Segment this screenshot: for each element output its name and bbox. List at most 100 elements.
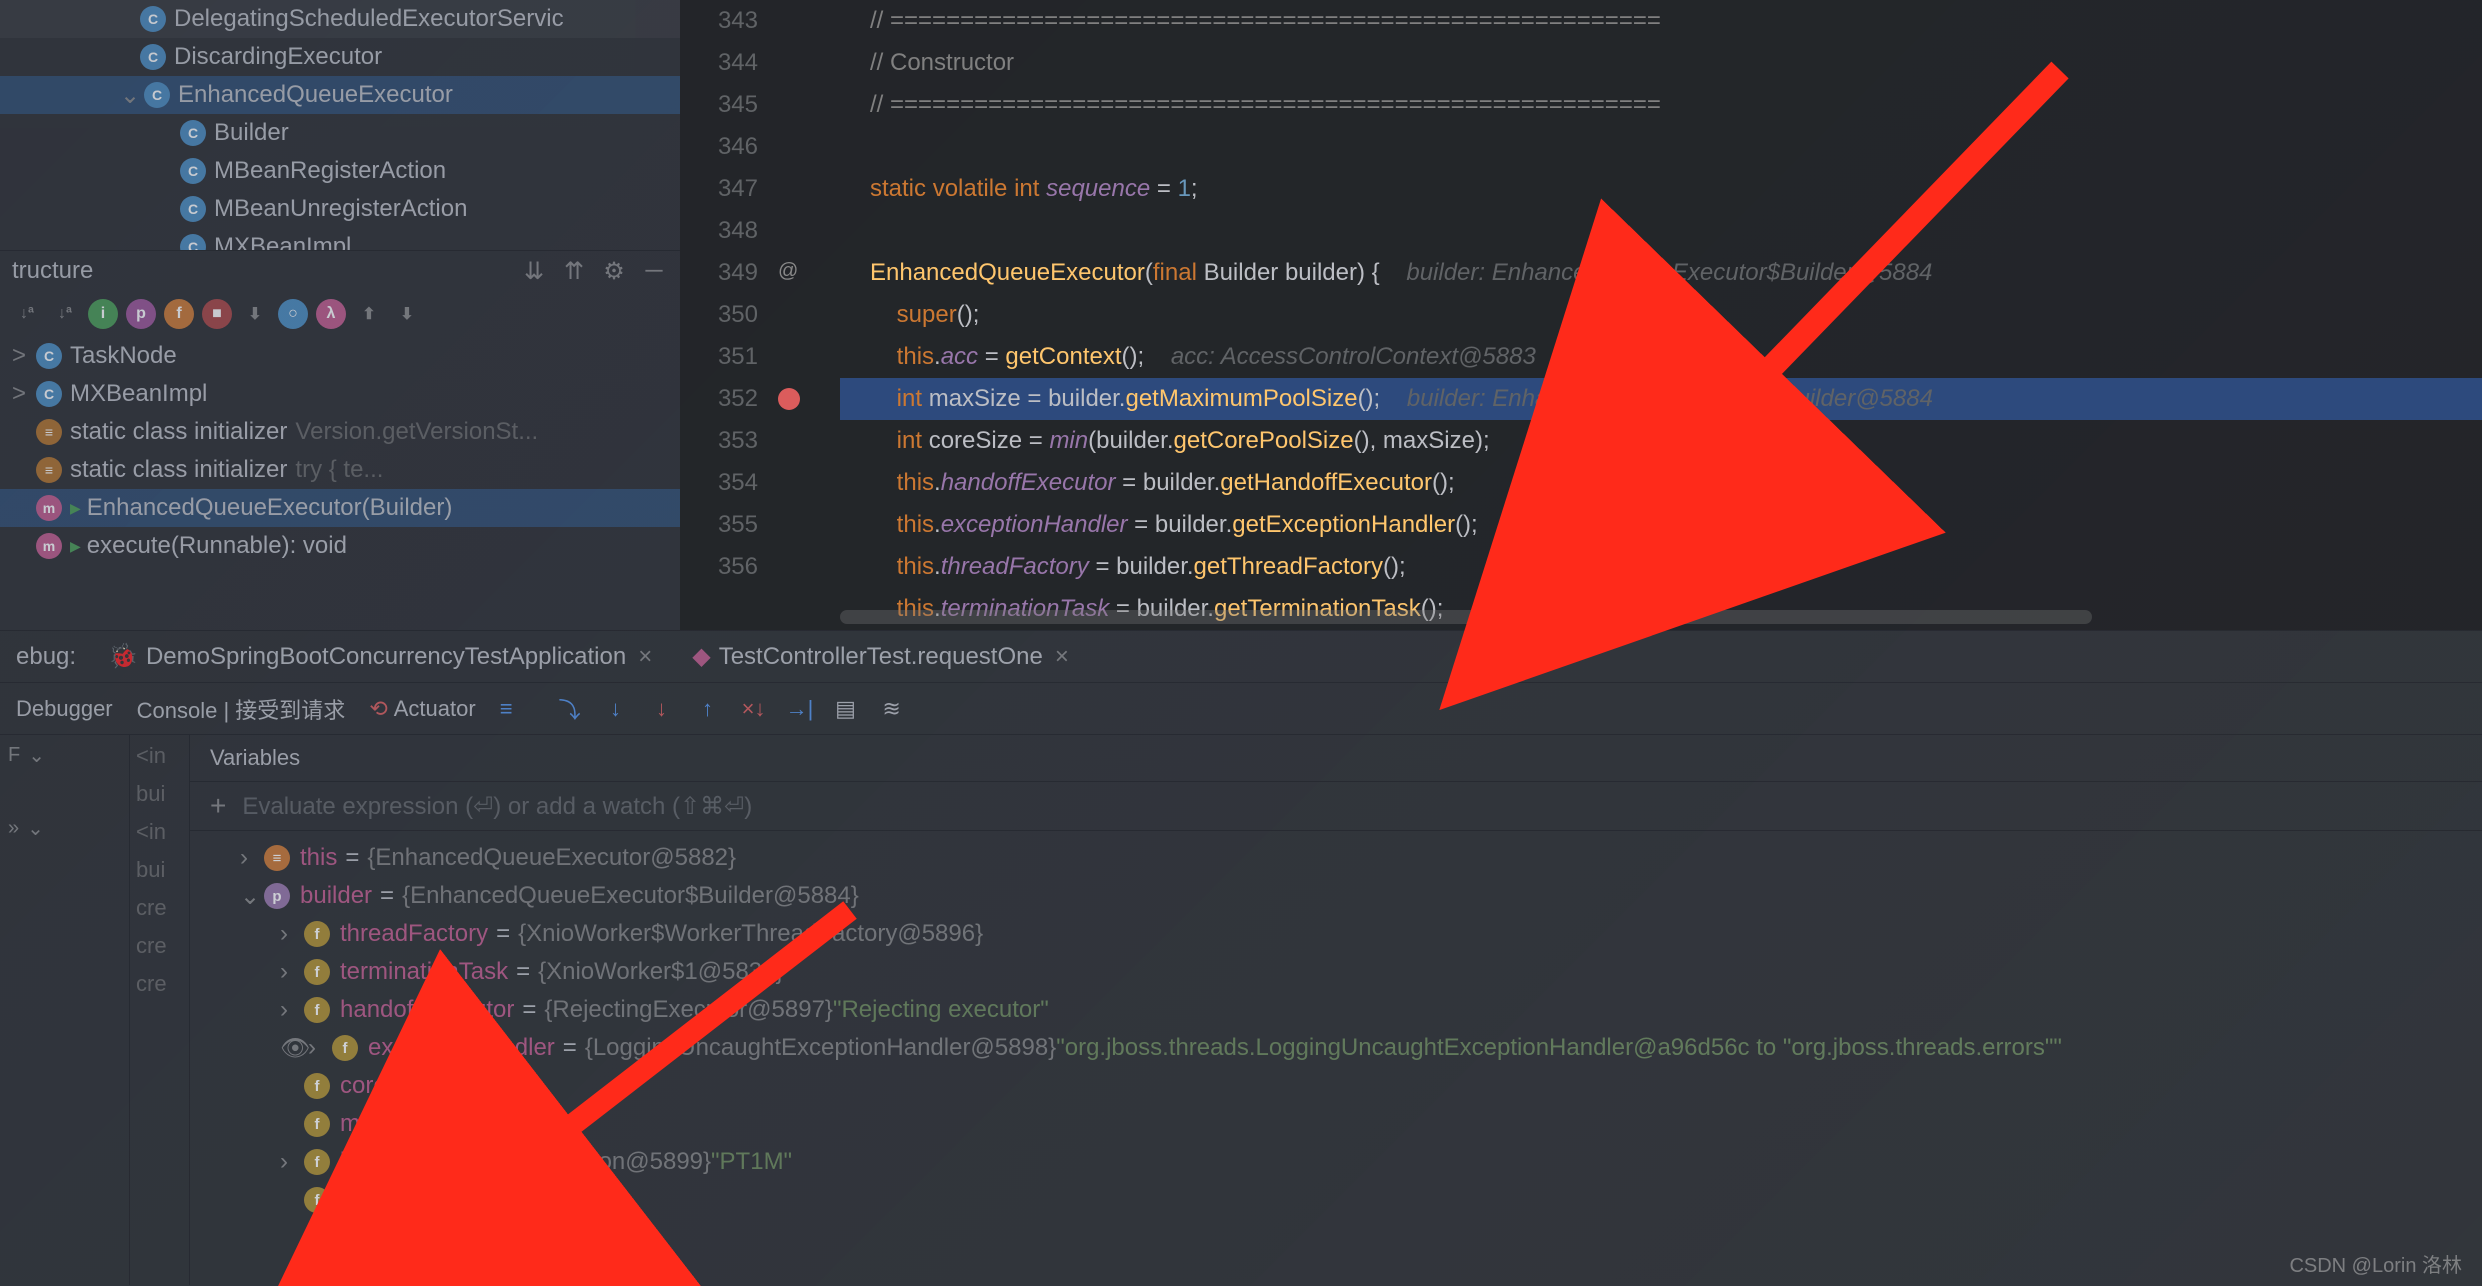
close-icon[interactable]: × — [638, 643, 652, 671]
line-number[interactable]: 350 — [680, 294, 758, 336]
line-number[interactable]: 347 — [680, 168, 758, 210]
tab-debugger[interactable]: Debugger — [16, 696, 113, 722]
expand-icon[interactable]: › — [280, 1148, 304, 1176]
expand-icon[interactable]: > — [12, 380, 36, 408]
tree-item-enhancedqueueexecutor[interactable]: ⌄CEnhancedQueueExecutor — [0, 76, 680, 114]
variable-row[interactable]: ›fkeepAliveTime={Duration@5899} "PT1M" — [190, 1143, 2482, 1181]
close-icon[interactable]: × — [1055, 643, 1069, 671]
code-line[interactable]: this.acc = getContext(); acc: AccessCont… — [840, 336, 2482, 378]
expand-icon[interactable]: › — [280, 920, 304, 948]
filter-property-icon[interactable]: p — [126, 299, 156, 329]
frame-item[interactable]: bui — [136, 857, 183, 895]
filter-private-icon[interactable]: ■ — [202, 299, 232, 329]
autoscroll-source-icon[interactable]: ⬆ — [354, 299, 384, 329]
tab-actuator[interactable]: ⟲ Actuator — [369, 696, 475, 722]
structure-tree[interactable]: >CTaskNode>CMXBeanImpl≡static class init… — [0, 337, 680, 630]
code-line[interactable]: // =====================================… — [840, 84, 2482, 126]
frame-item[interactable]: <in — [136, 743, 183, 781]
variable-row[interactable]: ›≡this={EnhancedQueueExecutor@5882} — [190, 839, 2482, 877]
step-over-icon[interactable]: ⤵ — [557, 696, 583, 722]
line-number[interactable]: 345 — [680, 84, 758, 126]
eye-icon[interactable]: 👁 — [280, 1034, 300, 1063]
frame-item[interactable]: cre — [136, 933, 183, 971]
code-editor[interactable]: 3433443453463473483493503513523533543553… — [680, 0, 2482, 630]
tree-item-discardingexecutor[interactable]: CDiscardingExecutor — [0, 38, 680, 76]
variable-row[interactable]: fmaxSize=64 — [190, 1105, 2482, 1143]
editor-gutter[interactable]: 3433443453463473483493503513523533543553… — [680, 0, 770, 630]
code-line[interactable]: this.threadFactory = builder.getThreadFa… — [840, 546, 2482, 588]
code-line[interactable]: static volatile int sequence = 1; — [840, 168, 2482, 210]
code-line[interactable]: int maxSize = builder.getMaximumPoolSize… — [840, 378, 2482, 420]
override-icon[interactable]: @ — [778, 260, 798, 283]
expand-all-icon[interactable]: ⇊ — [520, 257, 548, 285]
code-line[interactable]: this.handoffExecutor = builder.getHandof… — [840, 462, 2482, 504]
structure-item[interactable]: m▶EnhancedQueueExecutor(Builder) — [0, 489, 680, 527]
gear-icon[interactable]: ⚙ — [600, 257, 628, 285]
filter-anonymous-icon[interactable]: ○ — [278, 299, 308, 329]
variable-row[interactable]: fcoreSize=64 — [190, 1067, 2482, 1105]
frame-item[interactable]: cre — [136, 971, 183, 1009]
line-number[interactable]: 354 — [680, 462, 758, 504]
line-number[interactable]: 355 — [680, 504, 758, 546]
sort-alpha-icon[interactable]: ↓ª — [50, 299, 80, 329]
expand-icon[interactable]: › — [240, 844, 264, 872]
code-line[interactable]: super(); — [840, 294, 2482, 336]
tree-item-builder[interactable]: CBuilder — [0, 114, 680, 152]
line-number[interactable]: 343 — [680, 0, 758, 42]
add-watch-icon[interactable]: + — [210, 790, 226, 822]
collapse-all-icon[interactable]: ⇈ — [560, 257, 588, 285]
line-number[interactable]: 351 — [680, 336, 758, 378]
variables-tree[interactable]: ›≡this={EnhancedQueueExecutor@5882}⌄pbui… — [190, 831, 2482, 1285]
expand-icon[interactable]: › — [308, 1034, 332, 1062]
variable-row[interactable]: ›fterminationTask={XnioWorker$1@5836} — [190, 953, 2482, 991]
structure-item[interactable]: ≡static class initializerVersion.getVers… — [0, 413, 680, 451]
chevron-down-icon[interactable]: ⌄ — [120, 81, 140, 110]
expand-icon[interactable]: › — [280, 996, 304, 1024]
chevron-down-icon[interactable]: ⌄ — [27, 816, 44, 841]
line-number[interactable]: 349 — [680, 252, 758, 294]
drop-frame-icon[interactable]: ×↓ — [741, 696, 767, 722]
force-step-into-icon[interactable]: ↓ — [649, 696, 675, 722]
layout-icon[interactable]: ≡ — [500, 696, 513, 722]
expand-icon[interactable]: › — [280, 958, 304, 986]
run-config-test[interactable]: ◆ TestControllerTest.requestOne × — [684, 638, 1077, 675]
variable-row[interactable]: 👁›fexceptionHandler={LoggingUncaughtExce… — [190, 1029, 2482, 1067]
tree-item-delegatingscheduledexecutorservic[interactable]: CDelegatingScheduledExecutorServic — [0, 0, 680, 38]
tree-item-mbeanunregisteraction[interactable]: CMBeanUnregisterAction — [0, 190, 680, 228]
breakpoint-icon[interactable] — [778, 388, 800, 410]
code-line[interactable]: this.exceptionHandler = builder.getExcep… — [840, 504, 2482, 546]
frames-list[interactable]: <inbui<inbuicrecrecre — [130, 735, 190, 1285]
structure-item[interactable]: >CMXBeanImpl — [0, 375, 680, 413]
variable-row[interactable]: ›fthreadFactory={XnioWorker$WorkerThread… — [190, 915, 2482, 953]
project-tree[interactable]: CDelegatingScheduledExecutorServicCDisca… — [0, 0, 680, 250]
variable-row[interactable]: fgrowthResistance=0.0 — [190, 1181, 2482, 1219]
filter-inherited-icon[interactable]: ⬇ — [240, 299, 270, 329]
code-line[interactable]: int coreSize = min(builder.getCorePoolSi… — [840, 420, 2482, 462]
tab-console[interactable]: Console | 接受到请求 — [137, 693, 346, 725]
filter-lambda-icon[interactable]: λ — [316, 299, 346, 329]
frame-item[interactable]: cre — [136, 895, 183, 933]
code-line[interactable]: // Constructor — [840, 42, 2482, 84]
frame-item[interactable]: bui — [136, 781, 183, 819]
minimize-icon[interactable]: ─ — [640, 257, 668, 285]
structure-item[interactable]: ≡static class initializertry { te... — [0, 451, 680, 489]
horizontal-scrollbar[interactable] — [840, 610, 2092, 624]
variable-row[interactable]: ›fhandoffExecutor={RejectingExecutor@589… — [190, 991, 2482, 1029]
step-out-icon[interactable]: ↑ — [695, 696, 721, 722]
structure-item[interactable]: m▶execute(Runnable): void — [0, 527, 680, 565]
line-number[interactable]: 353 — [680, 420, 758, 462]
more-icon[interactable]: » — [8, 817, 19, 840]
code-line[interactable]: // =====================================… — [840, 0, 2482, 42]
evaluate-icon[interactable]: ▤ — [833, 696, 859, 722]
tree-item-mxbeanimpl[interactable]: CMXBeanImpl — [0, 228, 680, 250]
code-line[interactable]: EnhancedQueueExecutor(final Builder buil… — [840, 252, 2482, 294]
frame-item[interactable]: <in — [136, 819, 183, 857]
structure-item[interactable]: >CTaskNode — [0, 337, 680, 375]
step-into-icon[interactable]: ↓ — [603, 696, 629, 722]
expand-icon[interactable]: > — [12, 342, 36, 370]
evaluate-expression-input[interactable]: + Evaluate expression (⏎) or add a watch… — [190, 782, 2482, 831]
run-config-app[interactable]: 🐞 DemoSpringBootConcurrencyTestApplicati… — [100, 638, 660, 675]
autoscroll-from-icon[interactable]: ⬇ — [392, 299, 422, 329]
filter-interface-icon[interactable]: i — [88, 299, 118, 329]
filter-field-icon[interactable]: f — [164, 299, 194, 329]
